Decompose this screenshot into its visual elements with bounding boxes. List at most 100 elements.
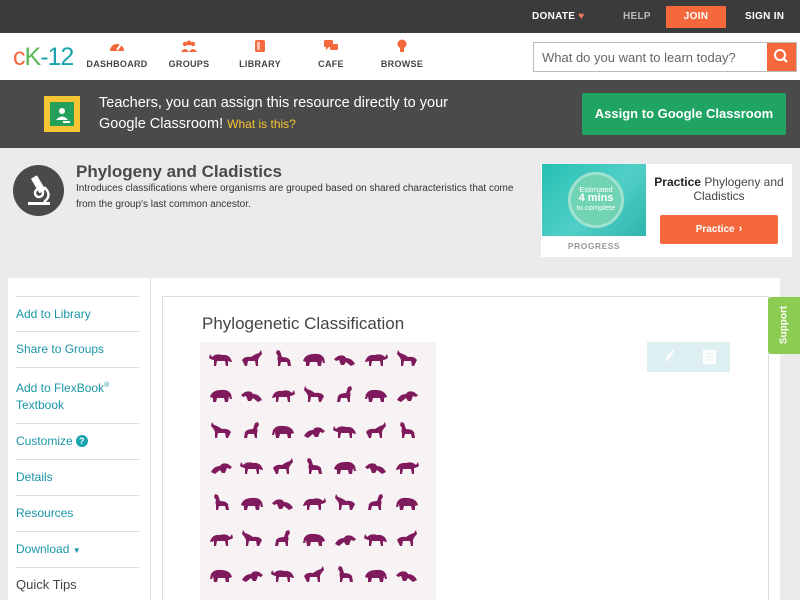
concept-title: Phylogeny and Cladistics (76, 162, 282, 181)
animal-silhouette (334, 355, 355, 366)
phylogenetic-animals-image (200, 342, 436, 600)
left-sidebar: Add to Library Share to Groups Add to Fl… (8, 278, 150, 600)
chevron-right-icon: › (738, 223, 743, 235)
assign-google-classroom-button[interactable]: Assign to Google Classroom (582, 93, 786, 135)
donate-link[interactable]: DONATE ♥ (532, 0, 585, 33)
nav-dashboard[interactable]: DASHBOARD (82, 39, 152, 69)
animal-silhouette (242, 530, 262, 546)
animal-silhouette (365, 463, 386, 474)
animal-silhouette (304, 427, 325, 438)
animal-silhouette (307, 458, 322, 474)
sidebar-item-add-to-library[interactable]: Add to Library (16, 296, 139, 332)
animal-silhouette (365, 354, 388, 366)
animal-silhouette (334, 461, 356, 474)
browse-icon (397, 39, 407, 52)
concept-description: Introduces classifications where organis… (76, 183, 514, 210)
progress-label: PROGRESS (567, 241, 621, 251)
animal-silhouette (272, 499, 293, 510)
animal-silhouette (338, 566, 353, 582)
animal-silhouette (303, 533, 325, 546)
notes-icon (703, 350, 716, 364)
animal-silhouette (211, 463, 232, 474)
sidebar-item-share-to-groups[interactable]: Share to Groups (16, 332, 139, 368)
help-link[interactable]: HELP (623, 0, 651, 33)
practice-title: Practice Phylogeny and Cladistics (654, 175, 784, 203)
help-icon[interactable]: ? (75, 435, 88, 447)
practice-card: Estimated 4 mins to complete PROGRESS Pr… (541, 164, 792, 257)
ck12-logo[interactable]: cK-12 (13, 43, 74, 72)
nav-library[interactable]: LIBRARY (225, 39, 295, 69)
nav-cafe[interactable]: CAFE (296, 39, 366, 69)
animal-silhouette (335, 535, 356, 546)
animal-silhouette (210, 534, 233, 546)
microscope-icon (13, 165, 64, 216)
caret-down-icon: ▼ (72, 546, 81, 555)
animal-silhouette (396, 571, 417, 582)
search-button[interactable] (767, 43, 796, 71)
animal-silhouette (244, 422, 259, 438)
dashboard-icon (110, 43, 124, 51)
support-tab[interactable]: Support (768, 297, 800, 354)
heart-icon: ♥ (578, 11, 585, 22)
library-icon (255, 40, 265, 52)
nav-browse[interactable]: BROWSE (367, 39, 437, 69)
animal-silhouette (397, 350, 417, 366)
pencil-icon (665, 350, 674, 363)
section-title: Phylogenetic Classification (202, 314, 405, 333)
animal-silhouette (368, 494, 383, 510)
animal-silhouette (210, 389, 232, 402)
animal-silhouette (241, 391, 262, 402)
sidebar-item-resources[interactable]: Resources (16, 496, 139, 532)
animal-silhouette (335, 494, 355, 510)
search-input[interactable] (534, 43, 768, 71)
animal-silhouette (303, 498, 326, 510)
notes-button[interactable] (689, 342, 730, 372)
animal-silhouette (273, 458, 293, 474)
animal-silhouette (209, 354, 232, 366)
animal-silhouette (241, 497, 263, 510)
animal-silhouette (365, 389, 387, 402)
animal-silhouette (303, 353, 325, 366)
google-classroom-message: Teachers, you can assign this resource d… (99, 95, 448, 132)
estimated-time-badge: Estimated 4 mins to complete (568, 172, 624, 228)
animal-silhouette (365, 569, 387, 582)
animal-silhouette (397, 391, 418, 402)
sidebar-item-add-to-flexbook[interactable]: Add to FlexBook® Textbook (16, 368, 139, 424)
animal-silhouette (272, 425, 294, 438)
animal-silhouette (400, 422, 415, 438)
google-classroom-banner: Teachers, you can assign this resource d… (0, 80, 800, 148)
google-classroom-icon (44, 96, 80, 132)
search-box (533, 42, 797, 72)
sign-in-link[interactable]: SIGN IN (745, 0, 784, 33)
sidebar-item-customize[interactable]: Customize? (16, 424, 139, 460)
animal-silhouette (214, 494, 229, 510)
sidebar-item-download[interactable]: Download ▼ (16, 532, 139, 568)
content-tools (647, 342, 730, 372)
animal-silhouettes-graphic (209, 350, 419, 582)
top-bar: DONATE ♥ HELP JOIN SIGN IN (0, 0, 800, 33)
animal-silhouette (210, 569, 232, 582)
cafe-icon (324, 40, 338, 50)
quick-tips-heading: Quick Tips (16, 577, 77, 592)
animal-silhouette (333, 426, 356, 438)
animal-silhouette (276, 350, 291, 366)
sidebar-item-details[interactable]: Details (16, 460, 139, 496)
animal-silhouette (304, 386, 324, 402)
what-is-this-link[interactable]: What is this? (227, 117, 296, 131)
join-button[interactable]: JOIN (666, 6, 726, 28)
animal-silhouette (242, 350, 262, 366)
nav-groups[interactable]: GROUPS (154, 39, 224, 69)
search-icon (774, 49, 788, 63)
animal-silhouette (364, 534, 387, 546)
practice-button[interactable]: Practice › (660, 215, 778, 244)
animal-silhouette (396, 462, 419, 474)
edit-button[interactable] (647, 342, 688, 372)
animal-silhouette (272, 390, 295, 402)
animal-silhouette (275, 530, 290, 546)
practice-image: Estimated 4 mins to complete (542, 164, 646, 236)
animal-silhouette (242, 571, 263, 582)
main-nav: cK-12 DASHBOARD GROUPS LIBRARY CAFE BROW… (0, 33, 800, 80)
animal-silhouette (366, 422, 386, 438)
animal-silhouette (337, 386, 352, 402)
animal-silhouette (396, 497, 418, 510)
